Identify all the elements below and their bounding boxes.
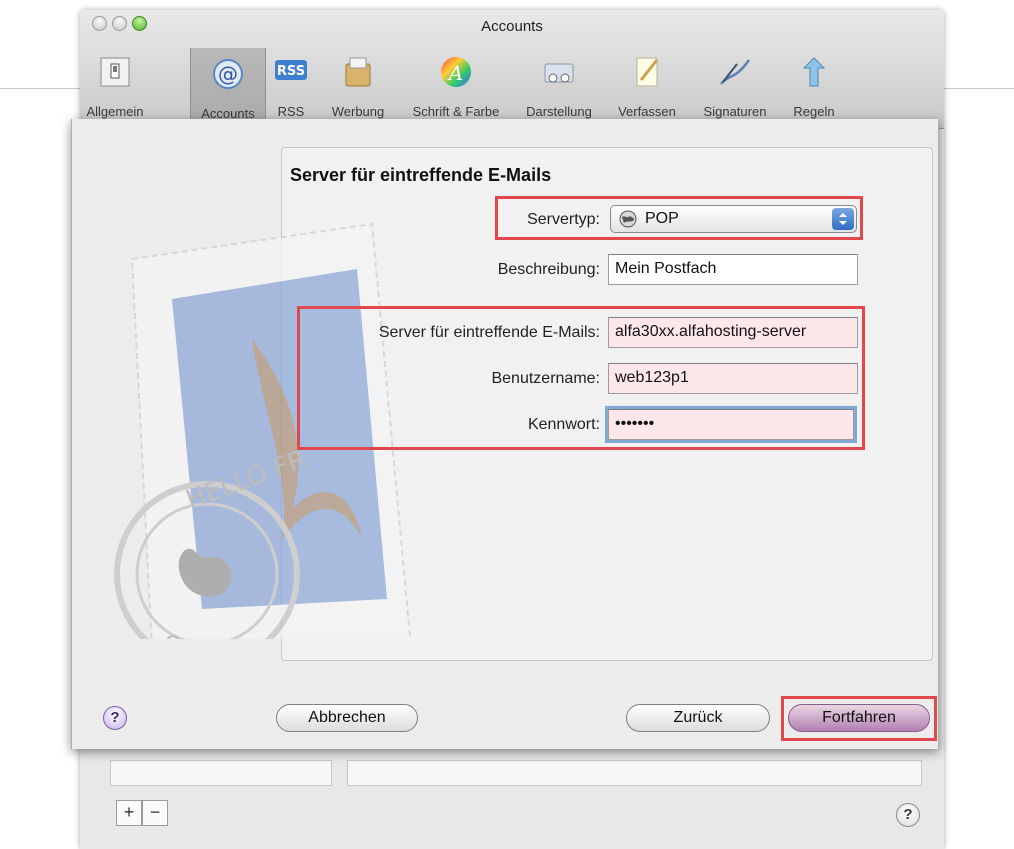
toolbar-item-signaturen[interactable]: Signaturen <box>690 46 780 126</box>
toolbar-item-rss[interactable]: RSS RSS <box>266 46 316 126</box>
background-help-button[interactable]: ? <box>896 803 920 827</box>
toolbar-item-accounts[interactable]: @ Accounts <box>190 48 266 126</box>
remove-account-button[interactable]: − <box>142 800 168 826</box>
sheet-heading: Server für eintreffende E-Mails <box>290 165 552 185</box>
junk-mail-bin-icon <box>345 57 371 87</box>
background-detail-pane-strip <box>347 760 922 786</box>
switch-icon <box>100 57 130 87</box>
background-divider-right <box>944 88 1014 89</box>
toolbar-label-schrift-farbe: Schrift & Farbe <box>412 104 500 119</box>
toolbar-item-verfassen[interactable]: Verfassen <box>606 46 688 126</box>
background-account-list-strip <box>110 760 332 786</box>
toolbar-item-darstellung[interactable]: Darstellung <box>514 46 604 126</box>
rules-arrows-icon <box>802 57 826 87</box>
toolbar-label-signaturen: Signaturen <box>703 104 767 119</box>
highlight-server-type <box>495 196 863 240</box>
background-divider-left <box>0 88 80 89</box>
back-button[interactable]: Zurück <box>626 704 770 732</box>
toolbar-label-regeln: Regeln <box>793 104 835 119</box>
rss-badge-text: RSS <box>277 64 305 79</box>
cancel-button[interactable]: Abbrechen <box>276 704 418 732</box>
svg-text:A: A <box>447 61 463 85</box>
toolbar-item-allgemein[interactable]: Allgemein <box>80 46 150 126</box>
highlight-server-credentials <box>297 306 865 450</box>
highlight-continue-button <box>781 696 937 741</box>
rss-icon: RSS <box>275 60 307 80</box>
window-title: Accounts <box>481 18 543 35</box>
svg-text:@: @ <box>218 62 238 86</box>
toolbar-label-rss: RSS <box>277 104 305 119</box>
add-account-button[interactable]: + <box>116 800 142 826</box>
at-sign-icon: @ <box>213 59 243 89</box>
window-titlebar: Accounts Allgemein @ Accounts RSS RSS We… <box>80 10 944 129</box>
viewing-glasses-icon <box>544 63 574 83</box>
description-field[interactable]: Mein Postfach <box>608 254 858 285</box>
toolbar-label-verfassen: Verfassen <box>618 104 676 119</box>
toolbar-item-werbung[interactable]: Werbung <box>318 46 398 126</box>
description-label: Beschreibung: <box>497 261 600 278</box>
toolbar-label-allgemein: Allgemein <box>86 104 144 119</box>
help-button[interactable]: ? <box>103 706 127 730</box>
fountain-pen-icon <box>720 59 751 85</box>
toolbar-item-schrift-farbe[interactable]: A Schrift & Farbe <box>400 46 512 126</box>
toolbar-label-werbung: Werbung <box>331 104 385 119</box>
toolbar-label-darstellung: Darstellung <box>526 104 592 119</box>
font-color-icon: A <box>441 57 471 87</box>
toolbar-item-regeln[interactable]: Regeln <box>782 46 846 126</box>
pencil-notepad-icon <box>636 57 659 87</box>
